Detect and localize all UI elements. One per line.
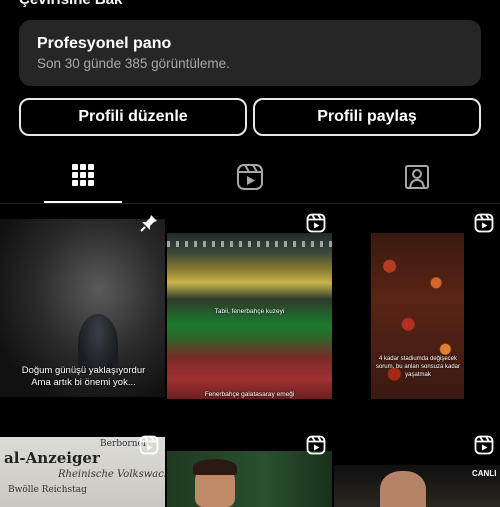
reels-icon <box>306 435 326 455</box>
reels-icon <box>139 435 159 455</box>
post-caption: 4 kadar stadiumda değişecek sorum, bu an… <box>375 356 461 378</box>
reels-icon <box>306 213 326 233</box>
dashboard-subtitle: Son 30 günde 385 görüntüleme. <box>37 56 230 71</box>
newspaper-subtitle: Rheinische Volkswacht <box>58 469 165 480</box>
professional-dashboard-card[interactable]: Profesyonel pano Son 30 günde 385 görünt… <box>19 20 481 86</box>
post-tile[interactable]: Doğum günüşü yaklaşıyordur Ama artık bi … <box>0 205 165 425</box>
post-tile[interactable]: 4 kadar stadiumda değişecek sorum, bu an… <box>334 205 500 425</box>
post-thumbnail <box>167 451 332 507</box>
newspaper-title: al-Anzeiger <box>4 449 100 467</box>
post-caption: Fenerbahçe galatasaray emeği <box>204 391 295 398</box>
post-caption-line: Ama artık bi önemi yok... <box>31 377 136 388</box>
tab-reels[interactable] <box>167 150 333 206</box>
share-profile-button[interactable]: Profili paylaş <box>253 98 481 136</box>
post-thumbnail <box>167 233 332 399</box>
pin-icon <box>140 215 157 232</box>
tagged-person-icon <box>405 165 429 189</box>
live-label: CANLI <box>472 469 497 478</box>
dashboard-title: Profesyonel pano <box>37 35 172 52</box>
edit-profile-button[interactable]: Profili düzenle <box>19 98 247 136</box>
reels-icon <box>237 164 263 190</box>
post-tile[interactable]: CANLI <box>334 427 500 507</box>
grid-icon <box>72 164 94 186</box>
profile-tabs <box>0 150 500 206</box>
reels-icon <box>474 435 494 455</box>
post-tile[interactable] <box>167 427 332 507</box>
tab-tagged[interactable] <box>334 150 500 206</box>
post-caption: Doğum günüşü yaklaşıyordur Ama artık bi … <box>6 365 161 389</box>
tab-divider <box>0 203 500 204</box>
translation-link[interactable]: Çevirisine Bak <box>19 0 122 8</box>
post-tile[interactable]: Berborner al-Anzeiger Rheinische Volkswa… <box>0 427 165 507</box>
post-tile[interactable]: Tabii, fenerbahçe kuzeyi Fenerbahçe gala… <box>167 205 332 425</box>
posts-grid: Doğum günüşü yaklaşıyordur Ama artık bi … <box>0 205 500 507</box>
newspaper-text: Bwölle Reichstag <box>8 485 87 495</box>
reels-icon <box>474 213 494 233</box>
post-caption-line: Doğum günüşü yaklaşıyordur <box>21 365 146 376</box>
tab-grid[interactable] <box>0 150 166 206</box>
post-caption: Tabii, fenerbahçe kuzeyi <box>214 308 285 315</box>
